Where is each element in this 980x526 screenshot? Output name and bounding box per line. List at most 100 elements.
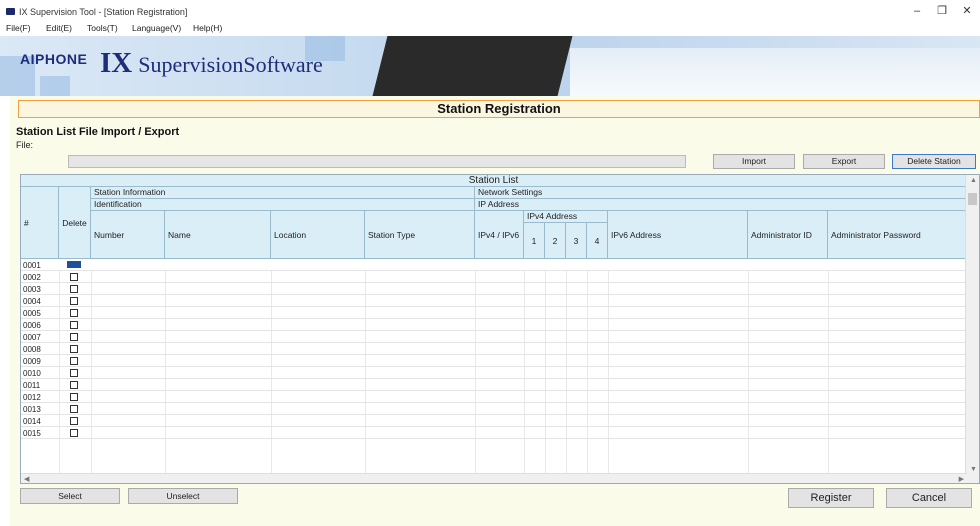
table-row[interactable]: 0009 [21, 355, 966, 367]
col-header-delete: Delete [59, 187, 91, 259]
scroll-right-icon[interactable]: ▶ [959, 475, 964, 483]
app-icon [6, 8, 15, 15]
delete-checkbox[interactable] [70, 285, 78, 293]
export-button[interactable]: Export [803, 154, 885, 169]
row-number: 0002 [23, 273, 41, 282]
banner-device-image [372, 36, 573, 96]
scrollbar-thumb[interactable] [968, 193, 977, 205]
row-number: 0009 [23, 357, 41, 366]
file-label: File: [16, 140, 34, 150]
table-row[interactable]: 0014 [21, 415, 966, 427]
group-ipv4-address: IPv4 Address [524, 211, 608, 223]
station-list-grid[interactable]: Station List # Delete Station Informatio… [20, 174, 980, 484]
row-number: 0005 [23, 309, 41, 318]
delete-checkbox[interactable] [70, 297, 78, 305]
product-logo: IX SupervisionSoftware [100, 47, 323, 80]
col-header-admin-id: Administrator ID [748, 211, 828, 259]
menu-help[interactable]: Help(H) [193, 23, 222, 33]
table-row[interactable]: 0006 [21, 319, 966, 331]
main-content: Station Registration Station List File I… [10, 96, 980, 526]
group-ip-address: IP Address [475, 199, 967, 211]
table-row[interactable]: 0012 [21, 391, 966, 403]
import-button[interactable]: Import [713, 154, 795, 169]
table-row[interactable]: 0002 [21, 271, 966, 283]
row-number: 0015 [23, 429, 41, 438]
col-header-octet-1: 1 [524, 223, 545, 259]
row-number: 0010 [23, 369, 41, 378]
import-export-heading: Station List File Import / Export [16, 126, 180, 138]
col-header-octet-2: 2 [545, 223, 566, 259]
delete-checkbox[interactable] [70, 309, 78, 317]
row-number: 0008 [23, 345, 41, 354]
table-row[interactable]: 0008 [21, 343, 966, 355]
app-banner: AIPHONE IX SupervisionSoftware [0, 36, 980, 96]
delete-checkbox[interactable] [70, 321, 78, 329]
minimize-button[interactable]: – [904, 3, 930, 19]
delete-checkbox[interactable] [70, 345, 78, 353]
delete-checkbox[interactable] [67, 261, 81, 268]
scroll-left-icon[interactable]: ◀ [24, 475, 29, 483]
delete-checkbox[interactable] [70, 273, 78, 281]
col-header-num: # [21, 187, 59, 259]
product-logo-text: SupervisionSoftware [138, 52, 323, 77]
horizontal-scrollbar[interactable]: ◀ ▶ [21, 473, 967, 483]
scroll-up-icon[interactable]: ▲ [970, 177, 977, 184]
table-row[interactable]: 0005 [21, 307, 966, 319]
delete-checkbox[interactable] [70, 381, 78, 389]
col-header-name: Name [165, 211, 271, 259]
row-number: 0014 [23, 417, 41, 426]
vertical-scrollbar[interactable]: ▲ ▼ [965, 175, 979, 483]
product-logo-ix: IX [100, 47, 133, 79]
delete-checkbox[interactable] [70, 369, 78, 377]
col-header-number: Number [91, 211, 165, 259]
register-button[interactable]: Register [788, 488, 874, 508]
col-header-octet-4: 4 [587, 223, 608, 259]
menu-tools[interactable]: Tools(T) [87, 23, 118, 33]
page-title: Station Registration [18, 100, 980, 118]
delete-checkbox[interactable] [70, 333, 78, 341]
row-number: 0012 [23, 393, 41, 402]
cancel-button[interactable]: Cancel [886, 488, 972, 508]
menu-file[interactable]: File(F) [6, 23, 31, 33]
delete-checkbox[interactable] [70, 405, 78, 413]
select-button[interactable]: Select [20, 488, 120, 504]
banner-decoration [40, 76, 70, 96]
table-row[interactable]: 0004 [21, 295, 966, 307]
col-header-octet-3: 3 [566, 223, 587, 259]
col-header-location: Location [271, 211, 365, 259]
col-header-ipv6-address: IPv6 Address [608, 211, 748, 259]
close-button[interactable]: ✕ [954, 3, 980, 19]
delete-checkbox[interactable] [70, 357, 78, 365]
table-row[interactable]: 0007 [21, 331, 966, 343]
row-number: 0004 [23, 297, 41, 306]
row-number: 0003 [23, 285, 41, 294]
row-number: 0007 [23, 333, 41, 342]
title-bar: IX Supervision Tool - [Station Registrat… [0, 0, 980, 22]
table-row[interactable]: 0015 [21, 427, 966, 439]
delete-station-button[interactable]: Delete Station [892, 154, 976, 169]
table-row[interactable]: 0011 [21, 379, 966, 391]
group-identification: Identification [91, 199, 475, 211]
menu-bar: File(F) Edit(E) Tools(T) Language(V) Hel… [0, 22, 980, 35]
row-number: 0001 [23, 261, 41, 270]
table-row[interactable]: 0013 [21, 403, 966, 415]
delete-checkbox[interactable] [70, 393, 78, 401]
menu-edit[interactable]: Edit(E) [46, 23, 72, 33]
window-title: IX Supervision Tool - [Station Registrat… [19, 7, 188, 17]
delete-checkbox[interactable] [70, 429, 78, 437]
col-header-ipv4-ipv6: IPv4 / IPv6 [475, 211, 524, 259]
unselect-button[interactable]: Unselect [128, 488, 238, 504]
menu-language[interactable]: Language(V) [132, 23, 181, 33]
file-path-field[interactable] [68, 155, 686, 168]
brand-logo: AIPHONE [20, 51, 88, 67]
table-row[interactable]: 0003 [21, 283, 966, 295]
table-row[interactable]: 0010 [21, 367, 966, 379]
scroll-down-icon[interactable]: ▼ [970, 466, 977, 473]
row-number: 0006 [23, 321, 41, 330]
group-station-information: Station Information [91, 187, 475, 199]
group-network-settings: Network Settings [475, 187, 967, 199]
table-row[interactable]: 0001 [21, 259, 966, 271]
col-header-station-type: Station Type [365, 211, 475, 259]
restore-button[interactable]: ❐ [929, 3, 955, 19]
delete-checkbox[interactable] [70, 417, 78, 425]
